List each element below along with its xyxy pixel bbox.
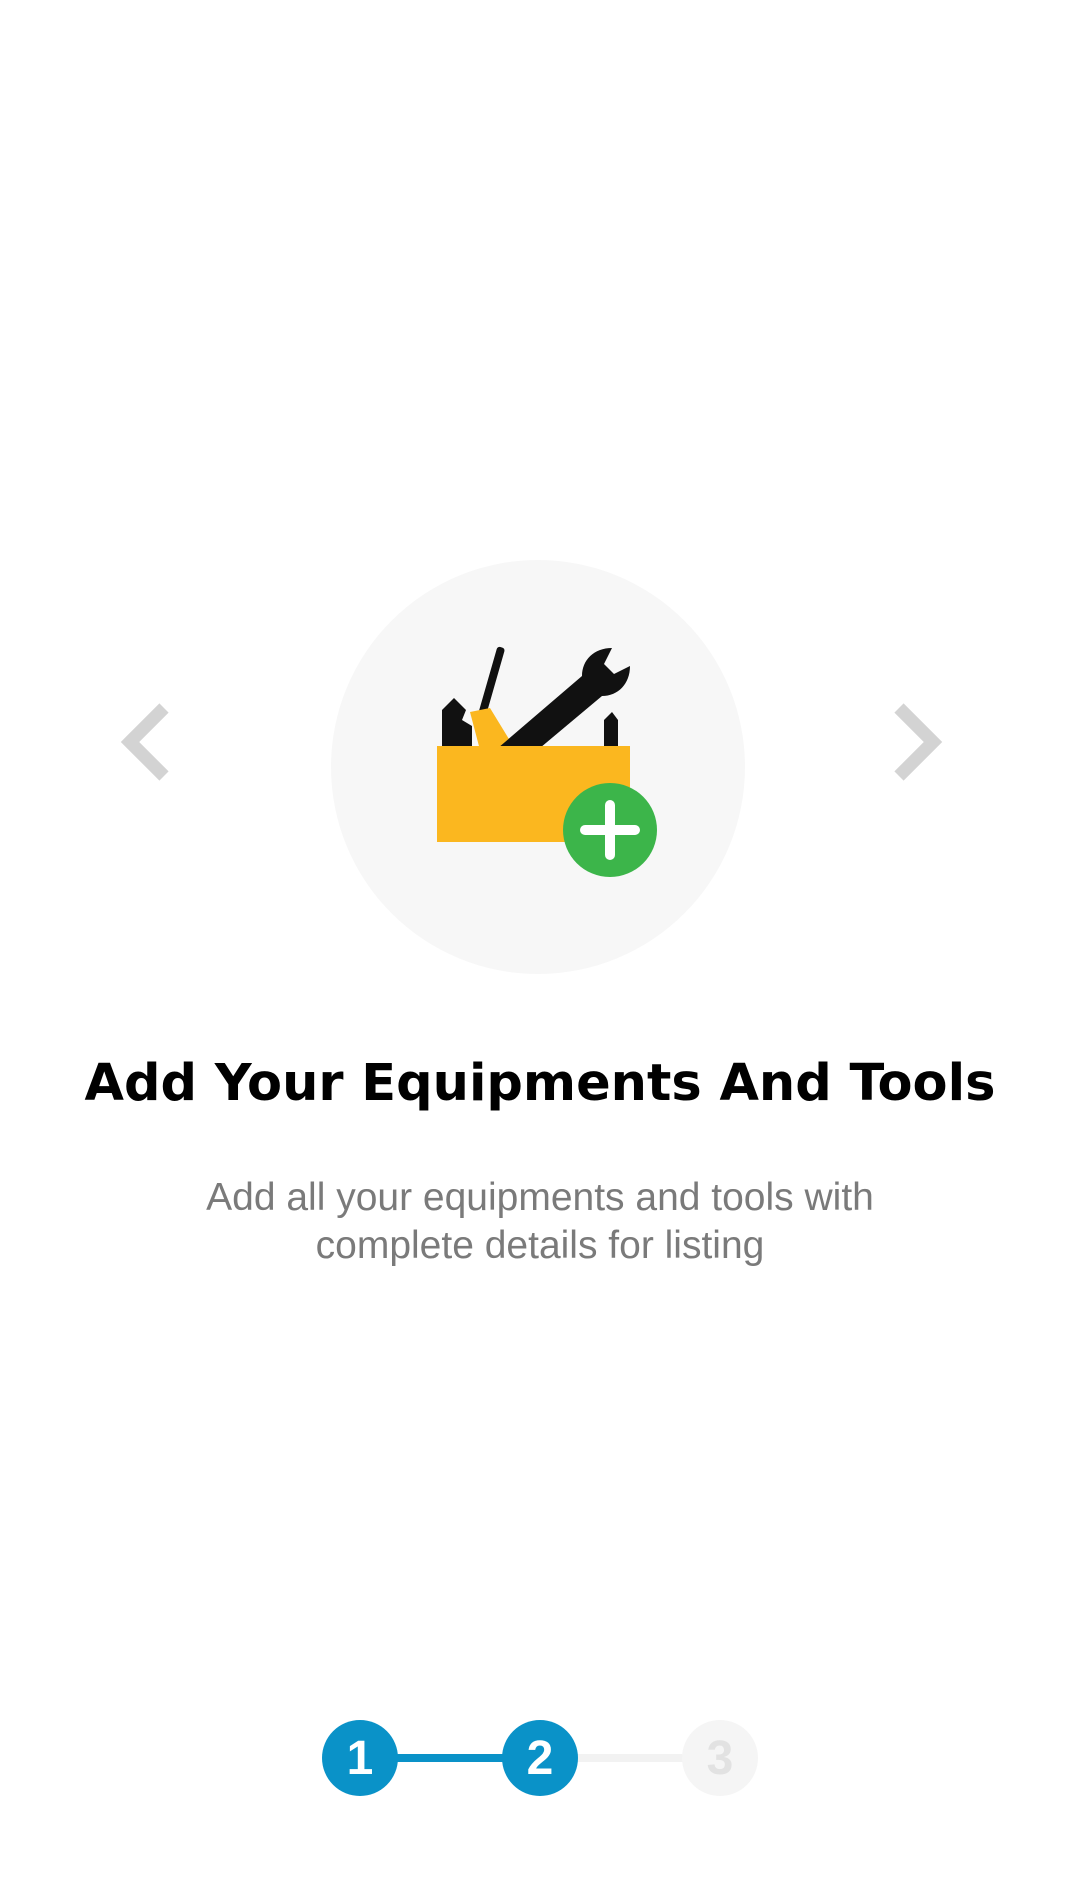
step-connector-inactive bbox=[562, 1754, 688, 1762]
chevron-right-icon bbox=[894, 703, 943, 781]
previous-slide-button[interactable] bbox=[116, 700, 180, 784]
toolbox-add-icon bbox=[437, 646, 657, 877]
onboarding-description: Add all your equipments and tools with c… bbox=[206, 1176, 874, 1267]
chevron-left-icon bbox=[120, 703, 169, 781]
step-2[interactable]: 2 bbox=[502, 1720, 578, 1796]
onboarding-title: Add Your Equipments And Tools bbox=[84, 1054, 996, 1113]
step-2-label: 2 bbox=[526, 1731, 554, 1785]
next-slide-button[interactable] bbox=[883, 700, 947, 784]
step-3-label: 3 bbox=[706, 1731, 734, 1785]
step-3[interactable]: 3 bbox=[682, 1720, 758, 1796]
step-1-label: 1 bbox=[346, 1731, 374, 1785]
step-indicator: 1 2 3 bbox=[320, 1719, 760, 1797]
step-connector-completed bbox=[382, 1754, 508, 1762]
step-1[interactable]: 1 bbox=[322, 1720, 398, 1796]
